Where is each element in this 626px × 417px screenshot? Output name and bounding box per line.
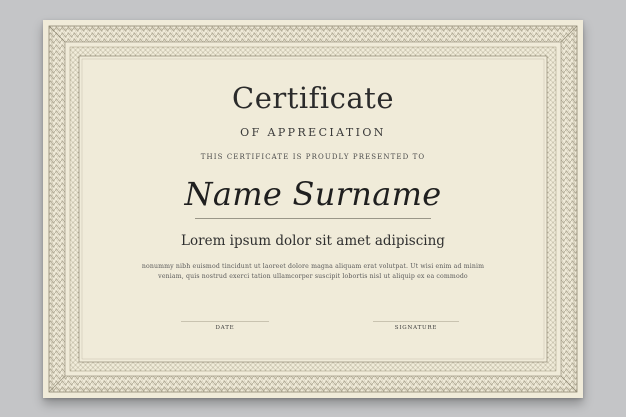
body-text: nonummy nibh euismod tincidunt ut laoree… — [131, 262, 495, 282]
signature-label: SIGNATURE — [394, 325, 438, 331]
body-line-1: nonummy nibh euismod tincidunt ut laoree… — [141, 263, 485, 270]
presented-to-line: THIS CERTIFICATE IS PROUDLY PRESENTED TO — [200, 153, 426, 161]
signature-line — [373, 321, 459, 322]
body-line-2: veniam, quis nostrud exerci tation ullam… — [158, 273, 468, 280]
recipient-name: Name Surname — [184, 175, 442, 213]
certificate-subtitle: OF APPRECIATION — [240, 126, 386, 139]
canvas-background: Certificate OF APPRECIATION THIS CERTIFI… — [0, 0, 626, 417]
date-label: DATE — [215, 325, 235, 331]
certificate-title: Certificate — [232, 81, 394, 115]
name-underline — [195, 218, 431, 219]
lead-text: Lorem ipsum dolor sit amet adipiscing — [181, 233, 445, 249]
date-line — [181, 321, 269, 322]
certificate-paper: Certificate OF APPRECIATION THIS CERTIFI… — [43, 20, 583, 398]
